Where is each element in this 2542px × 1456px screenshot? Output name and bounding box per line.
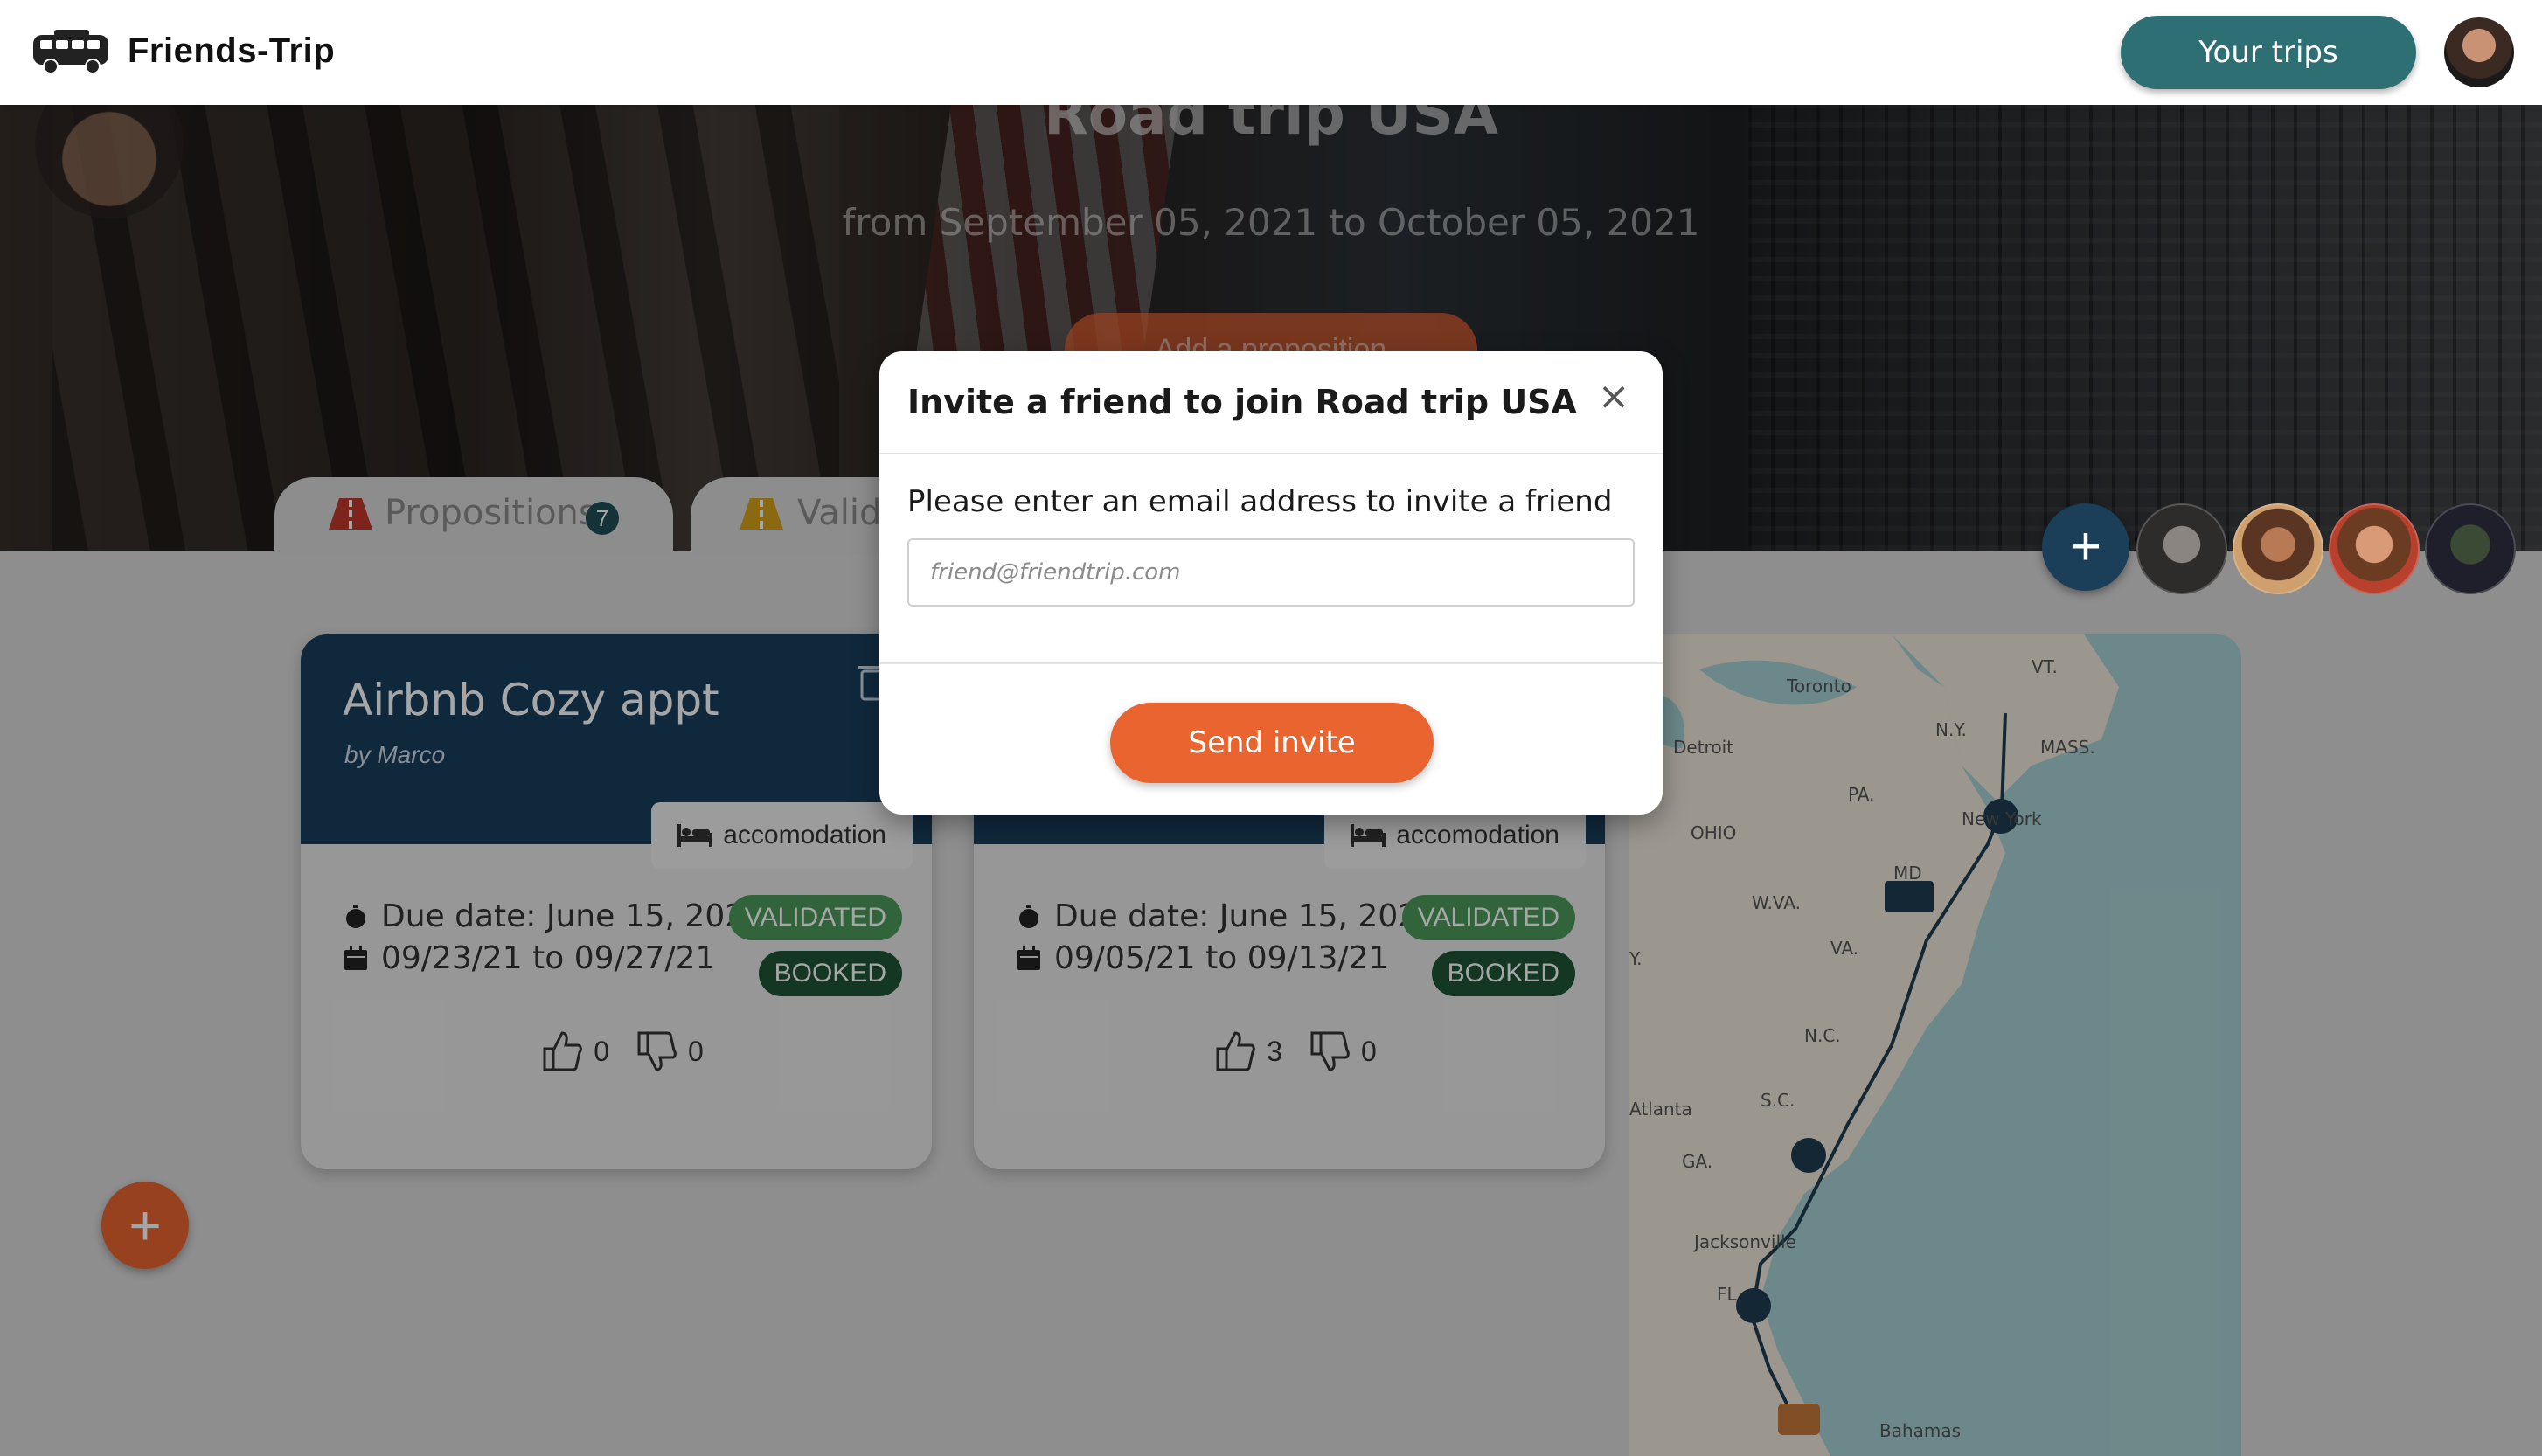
user-avatar[interactable] — [2444, 17, 2514, 87]
invite-label: Please enter an email address to invite … — [907, 484, 1613, 519]
participant-avatar[interactable] — [2425, 503, 2516, 594]
email-field[interactable] — [907, 538, 1635, 607]
brand-name: Friends-Trip — [128, 31, 336, 70]
send-invite-button[interactable]: Send invite — [1110, 703, 1434, 783]
participant-avatar[interactable] — [2233, 503, 2323, 594]
modal-footer: Send invite — [879, 662, 1663, 815]
add-participant-button[interactable]: + — [2042, 503, 2129, 591]
van-icon — [33, 30, 108, 74]
brand[interactable]: Friends-Trip — [31, 26, 335, 75]
participant-avatar[interactable] — [2136, 503, 2227, 594]
top-navbar: Friends-Trip Your trips — [0, 0, 2542, 105]
modal-header: Invite a friend to join Road trip USA × — [879, 351, 1663, 454]
your-trips-button[interactable]: Your trips — [2121, 16, 2416, 89]
participant-avatar[interactable] — [2329, 503, 2420, 594]
modal-title: Invite a friend to join Road trip USA — [907, 383, 1577, 421]
close-icon[interactable]: × — [1594, 378, 1633, 416]
invite-modal: Invite a friend to join Road trip USA × … — [879, 351, 1663, 815]
